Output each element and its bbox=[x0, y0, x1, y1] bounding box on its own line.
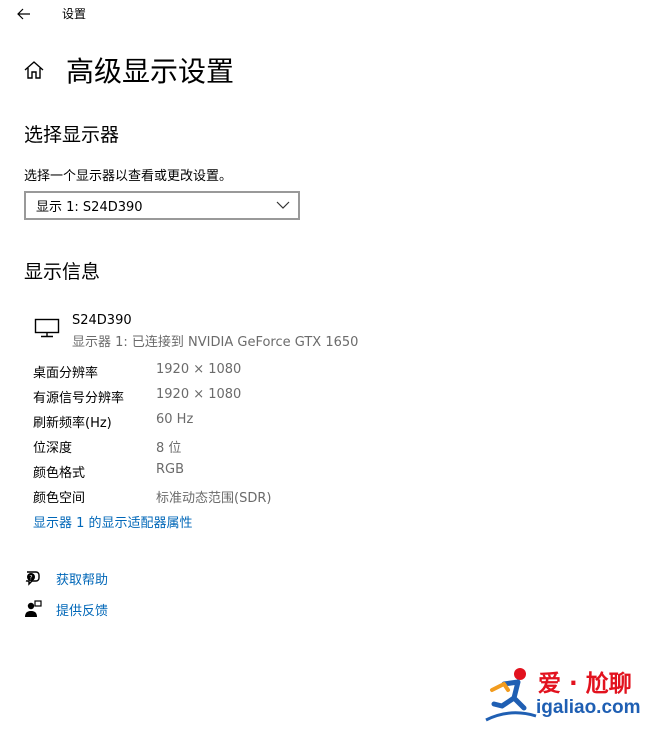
monitor-connection: 显示器 1: 已连接到 NVIDIA GeForce GTX 1650 bbox=[72, 335, 359, 350]
info-row-color-format: 颜色格式 RGB bbox=[33, 462, 433, 482]
runner-logo-icon bbox=[485, 668, 537, 722]
display-select-value: 显示 1: S24D390 bbox=[36, 200, 143, 215]
page-title: 高级显示设置 bbox=[66, 55, 235, 88]
app-title: 设置 bbox=[62, 7, 87, 21]
settings-window: 设置 高级显示设置 选择显示器 选择一个显示器以查看或更改设置。 显示 1: S… bbox=[0, 0, 649, 735]
info-value: 标准动态范围(SDR) bbox=[156, 491, 272, 506]
info-value: 1920 × 1080 bbox=[156, 362, 242, 377]
feedback-person-icon bbox=[25, 600, 42, 617]
display-select-dropdown[interactable]: 显示 1: S24D390 bbox=[24, 191, 300, 220]
info-value: 8 位 bbox=[156, 441, 182, 456]
title-bar: 设置 bbox=[0, 0, 649, 30]
back-arrow-icon bbox=[17, 8, 30, 20]
info-label: 刷新频率(Hz) bbox=[33, 416, 112, 431]
watermark-en-text: igaliao.com bbox=[536, 697, 641, 718]
monitor-icon bbox=[34, 318, 60, 338]
info-label: 有源信号分辨率 bbox=[33, 391, 125, 406]
back-button[interactable] bbox=[10, 2, 38, 26]
info-label: 颜色格式 bbox=[33, 466, 86, 481]
get-help-link[interactable]: ? 获取帮助 bbox=[24, 567, 164, 589]
give-feedback-label: 提供反馈 bbox=[56, 603, 109, 619]
info-row-bit-depth: 位深度 8 位 bbox=[33, 437, 433, 457]
give-feedback-link[interactable]: 提供反馈 bbox=[24, 598, 164, 620]
info-row-refresh-rate: 刷新频率(Hz) 60 Hz bbox=[33, 412, 433, 432]
get-help-label: 获取帮助 bbox=[56, 572, 109, 588]
monitor-name: S24D390 bbox=[72, 313, 132, 328]
info-row-desktop-resolution: 桌面分辨率 1920 × 1080 bbox=[33, 362, 433, 382]
info-label: 桌面分辨率 bbox=[33, 366, 99, 381]
watermark-logo: 爱 · 尬聊 igaliao.com bbox=[484, 662, 644, 728]
info-label: 位深度 bbox=[33, 441, 73, 456]
help-chat-icon: ? bbox=[25, 571, 40, 586]
svg-text:?: ? bbox=[29, 575, 32, 582]
chevron-down-icon bbox=[276, 201, 290, 209]
display-adapter-properties-link[interactable]: 显示器 1 的显示适配器属性 bbox=[33, 512, 193, 531]
select-display-description: 选择一个显示器以查看或更改设置。 bbox=[24, 169, 233, 184]
home-icon[interactable] bbox=[23, 59, 45, 81]
info-value: RGB bbox=[156, 462, 185, 477]
info-value: 1920 × 1080 bbox=[156, 387, 242, 402]
info-row-color-space: 颜色空间 标准动态范围(SDR) bbox=[33, 487, 433, 507]
watermark-cn-text: 爱 · 尬聊 bbox=[538, 671, 632, 697]
info-label: 颜色空间 bbox=[33, 491, 86, 506]
display-info-heading: 显示信息 bbox=[24, 261, 101, 283]
info-value: 60 Hz bbox=[156, 412, 194, 427]
info-row-active-signal-resolution: 有源信号分辨率 1920 × 1080 bbox=[33, 387, 433, 407]
select-display-heading: 选择显示器 bbox=[24, 124, 120, 146]
